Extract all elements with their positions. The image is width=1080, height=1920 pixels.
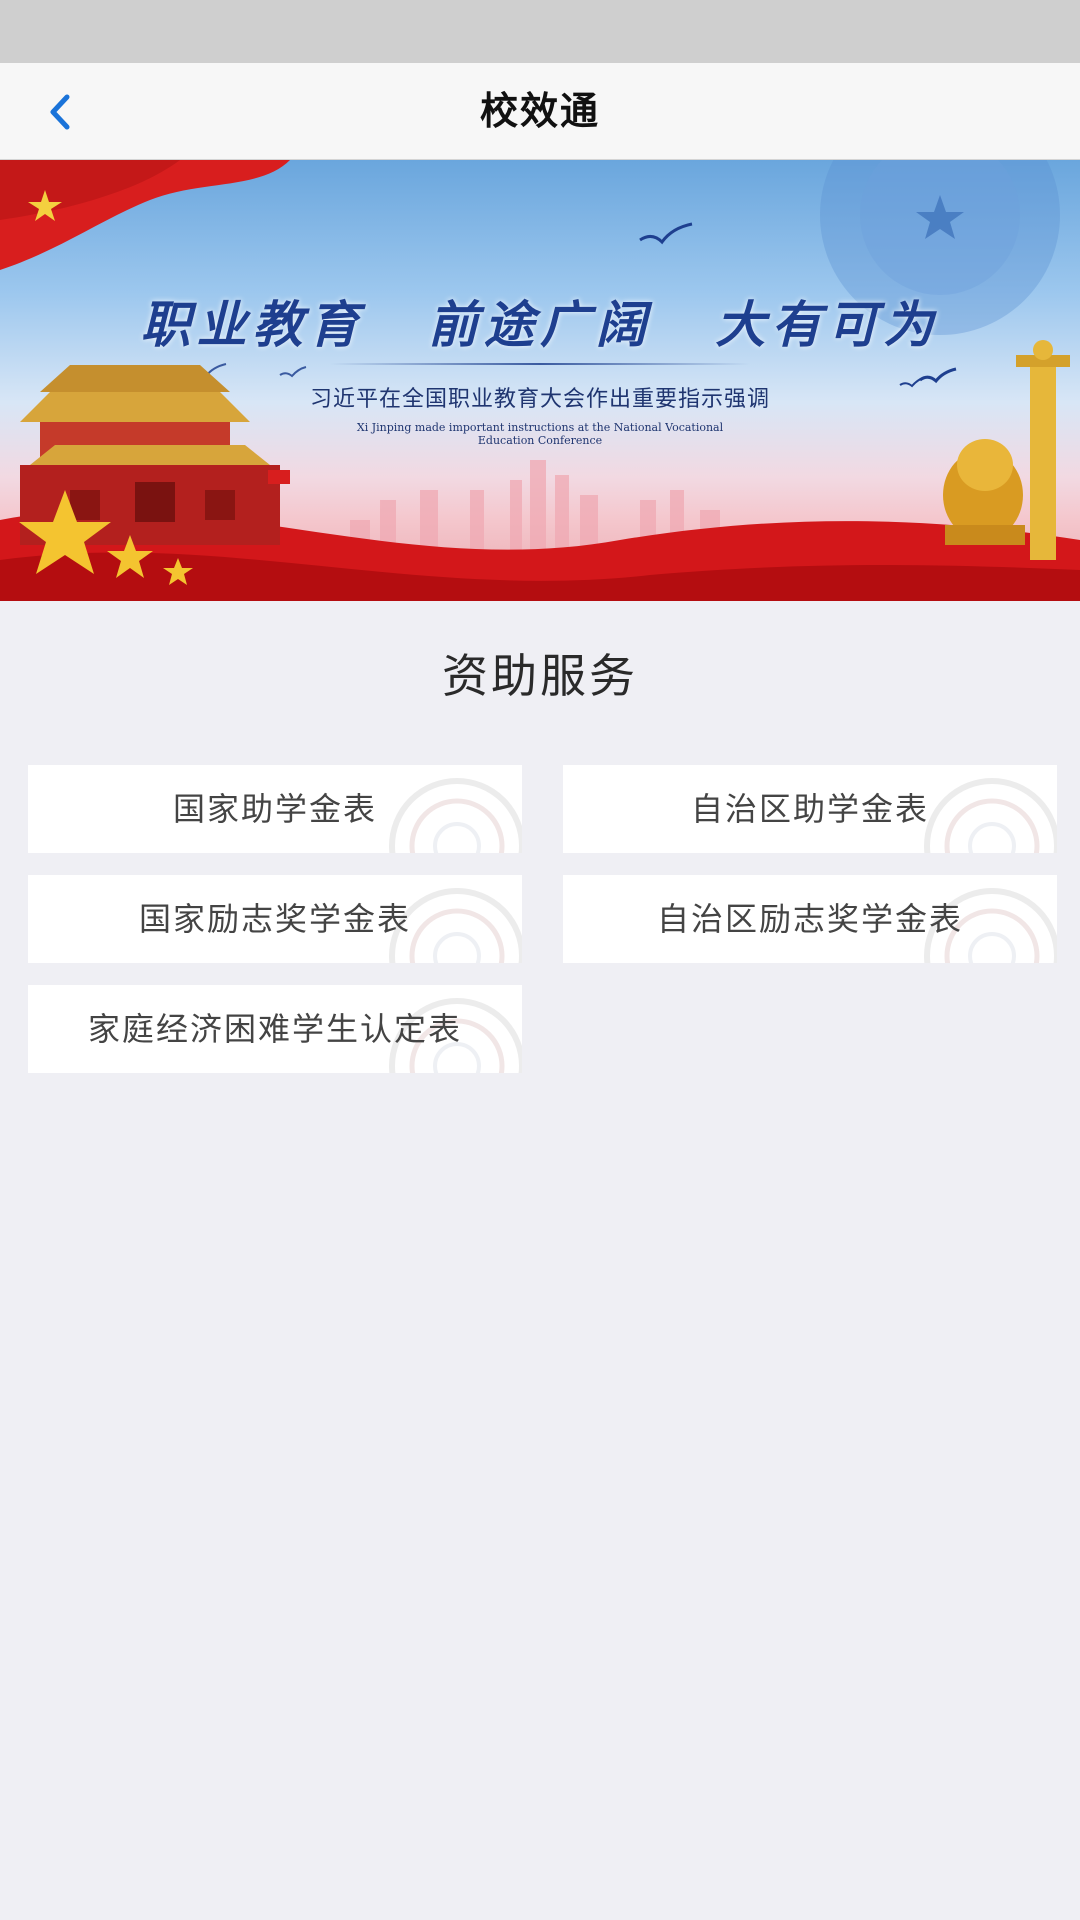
grid-item-label: 自治区助学金表 — [690, 790, 929, 828]
grid-item-region-scholarship[interactable]: 自治区励志奖学金表 — [563, 875, 1057, 963]
status-bar — [0, 0, 1080, 63]
grid-item-region-grant[interactable]: 自治区助学金表 — [563, 765, 1057, 853]
grid-item-national-scholarship[interactable]: 国家励志奖学金表 — [28, 875, 522, 963]
grid-item-label: 国家助学金表 — [172, 790, 377, 828]
page-title: 校效通 — [479, 89, 600, 133]
banner-image: 职业教育 前途广阔 大有可为 习近平在全国职业教育大会作出重要指示强调 Xi J… — [0, 160, 1080, 601]
section-title: 资助服务 — [442, 649, 638, 703]
grid-item-hardship-form[interactable]: 家庭经济困难学生认定表 — [28, 985, 522, 1073]
banner-subtitle-cn: 习近平在全国职业教育大会作出重要指示强调 — [309, 387, 770, 412]
navigation-bar: 校效通 — [0, 63, 1080, 160]
grid-item-label: 国家励志奖学金表 — [138, 900, 411, 938]
grid-item-label: 自治区励志奖学金表 — [656, 900, 963, 938]
grid-item-label: 家庭经济困难学生认定表 — [87, 1010, 462, 1048]
banner-subtitle-en: Xi Jinping made important instructions a… — [356, 421, 724, 447]
banner-divider — [330, 363, 750, 365]
banner-headline: 职业教育 前途广阔 大有可为 — [140, 295, 940, 354]
grid-item-national-grant[interactable]: 国家助学金表 — [28, 765, 522, 853]
